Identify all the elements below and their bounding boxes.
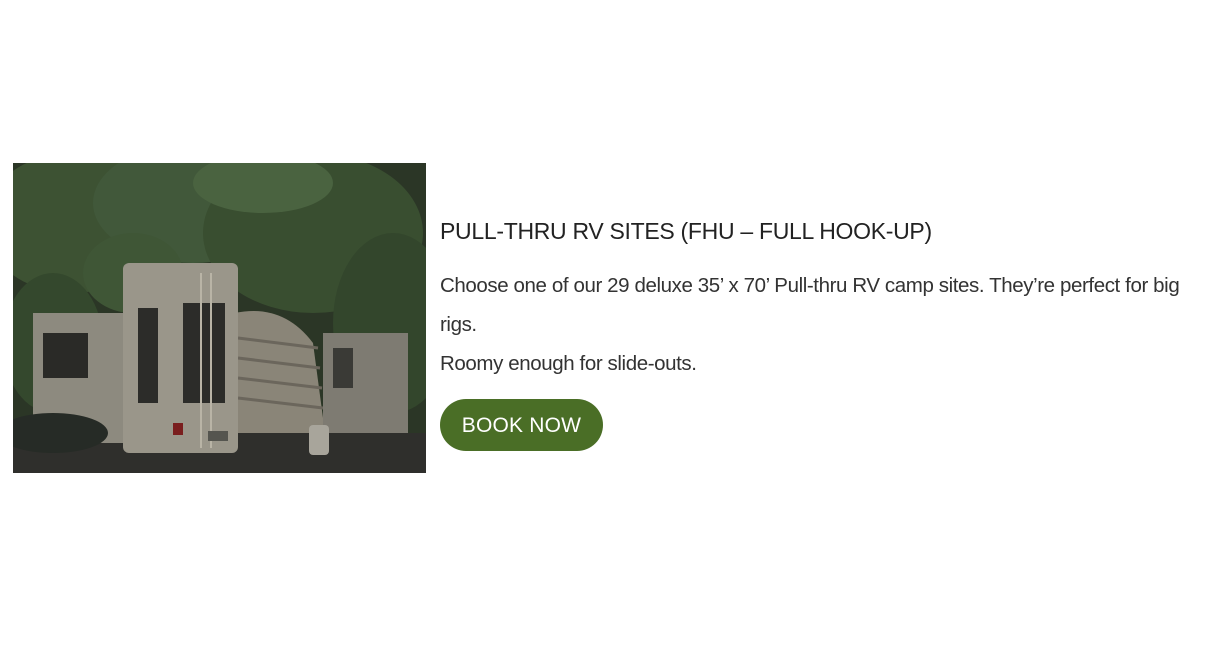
site-description: Choose one of our 29 deluxe 35’ x 70’ Pu… [440,266,1200,383]
rv-site-photo [13,163,426,473]
page: PULL-THRU RV SITES (FHU – FULL HOOK-UP) … [0,0,1214,650]
description-line-2: Roomy enough for slide-outs. [440,352,697,375]
rv-site-image [13,163,426,473]
site-title: PULL-THRU RV SITES (FHU – FULL HOOK-UP) [440,218,932,244]
description-line-1: Choose one of our 29 deluxe 35’ x 70’ Pu… [440,274,1180,336]
book-now-button[interactable]: BOOK NOW [440,399,603,451]
site-info: PULL-THRU RV SITES (FHU – FULL HOOK-UP) … [440,214,1200,451]
